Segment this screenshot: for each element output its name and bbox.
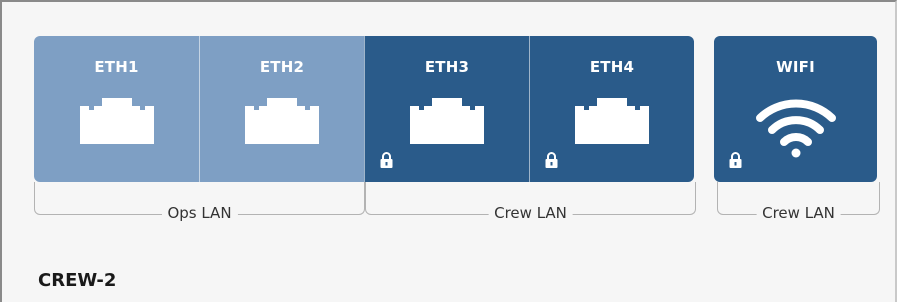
ethernet-port-icon — [79, 98, 154, 144]
port-label: ETH4 — [589, 58, 635, 76]
wifi-icon — [755, 99, 836, 158]
port-label: ETH1 — [94, 58, 139, 76]
group-label: Crew LAN — [488, 204, 573, 222]
ethernet-port-icon — [245, 98, 319, 144]
crew-lan-bracket: Crew LAN — [365, 182, 696, 222]
wifi-crew-lan-bracket: Crew LAN — [717, 182, 880, 222]
port-label: WIFI — [776, 58, 815, 76]
port-eth4[interactable]: ETH4 — [529, 36, 694, 182]
lock-icon — [380, 152, 393, 168]
port-label: ETH3 — [424, 58, 470, 76]
wired-ports-group: ETH1 ETH2 ETH3 ETH4 — [34, 36, 694, 182]
network-panel: ETH1 ETH2 ETH3 ETH4 WIFI Ops LAN Crew LA… — [0, 0, 897, 302]
port-eth3[interactable]: ETH3 — [364, 36, 529, 182]
group-label: Crew LAN — [756, 204, 841, 222]
port-eth2[interactable]: ETH2 — [199, 36, 364, 182]
group-label: Ops LAN — [161, 204, 238, 222]
device-name: CREW-2 — [38, 270, 117, 291]
ethernet-port-icon — [410, 98, 484, 144]
port-wifi[interactable]: WIFI — [714, 36, 877, 182]
wifi-group: WIFI — [714, 36, 877, 182]
port-row: ETH1 ETH2 ETH3 ETH4 WIFI — [34, 36, 877, 182]
lock-icon — [729, 152, 742, 168]
lock-icon — [545, 152, 558, 168]
ethernet-port-icon — [575, 98, 649, 144]
port-eth1[interactable]: ETH1 — [34, 36, 199, 182]
ops-lan-bracket: Ops LAN — [34, 182, 365, 222]
port-label: ETH2 — [259, 58, 305, 76]
